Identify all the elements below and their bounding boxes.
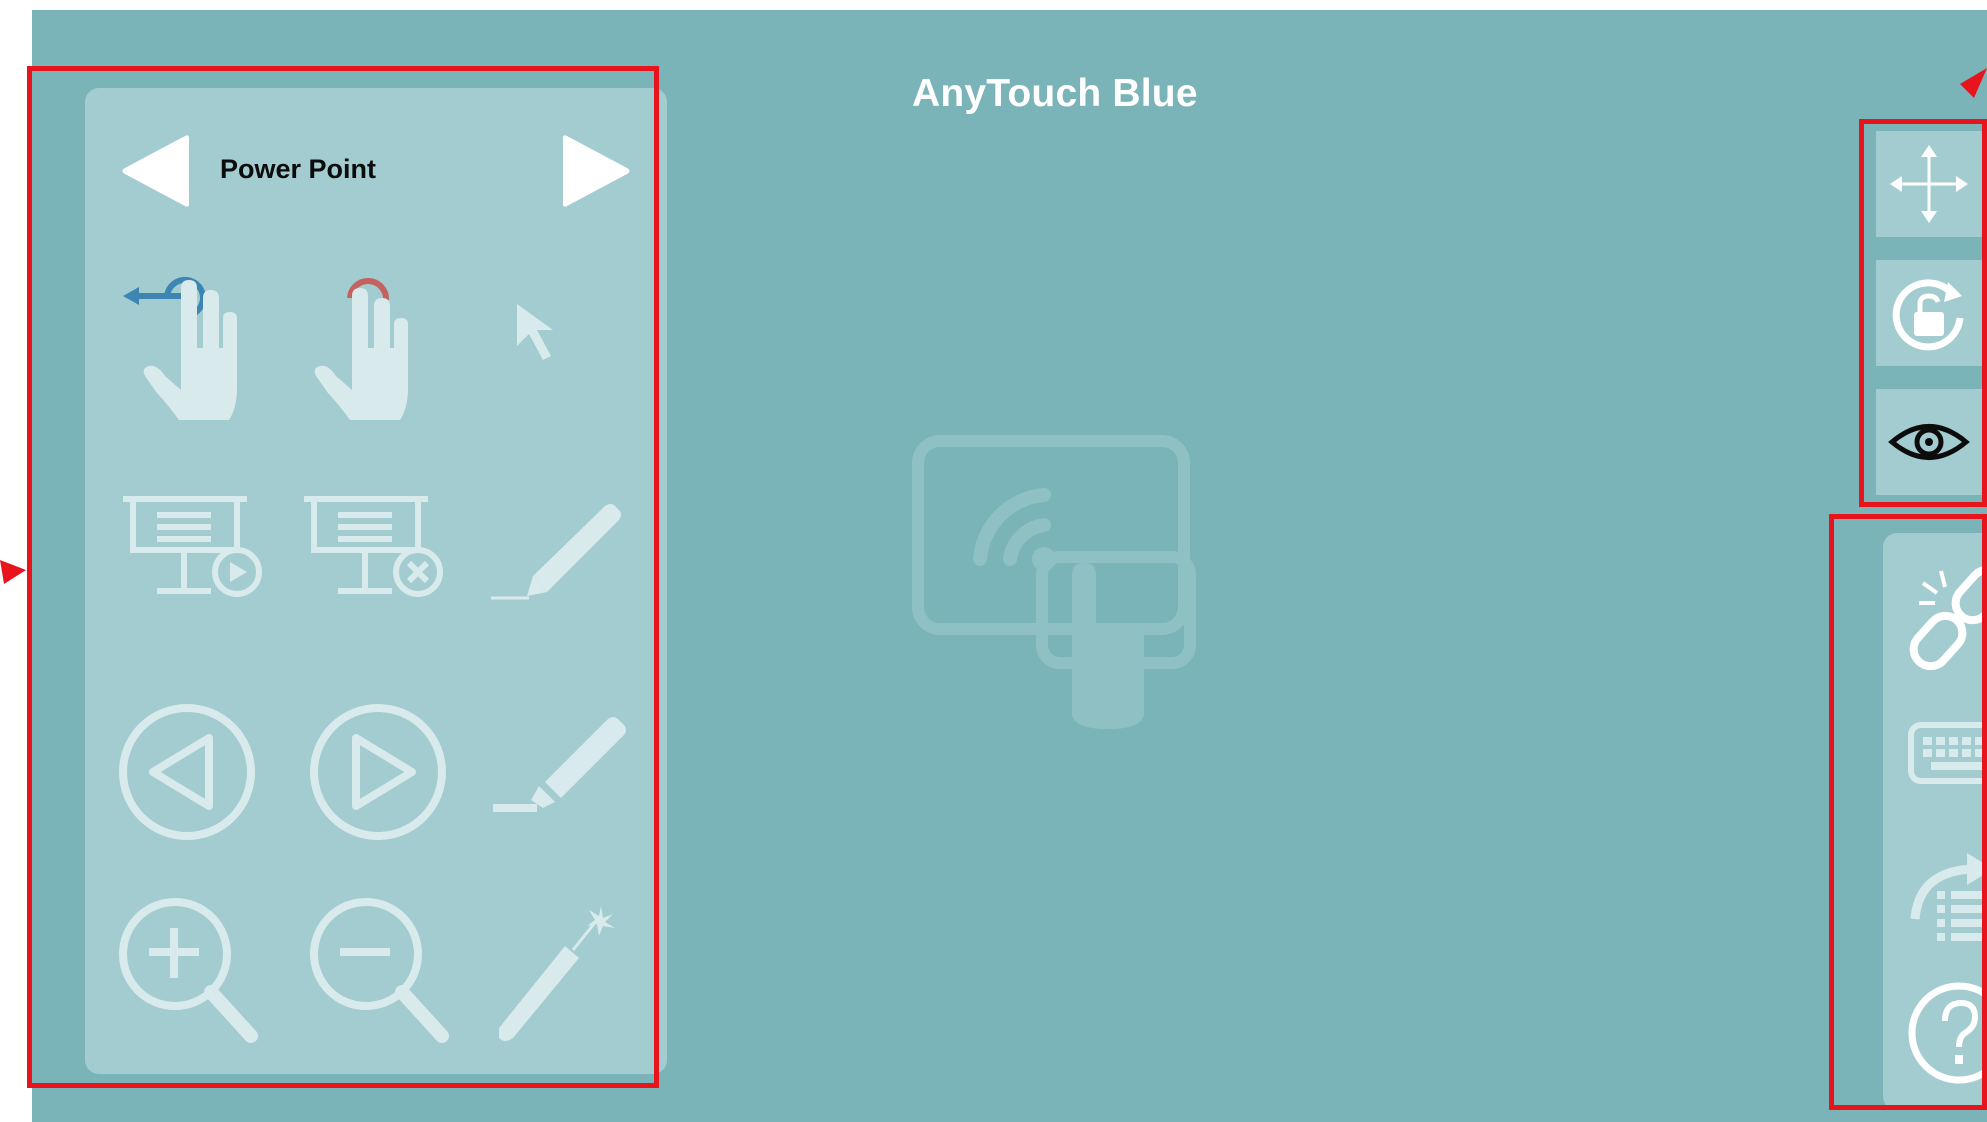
bottom-right-highlight <box>1829 514 1987 1110</box>
top-right-annotation-arrow-icon <box>1960 68 1987 98</box>
top-right-highlight <box>1859 119 1987 507</box>
left-annotation-arrow-icon <box>0 560 26 584</box>
left-panel-highlight <box>27 66 659 1088</box>
anytouch-logo-icon <box>912 435 1196 729</box>
app-title: AnyTouch Blue <box>912 72 1198 115</box>
